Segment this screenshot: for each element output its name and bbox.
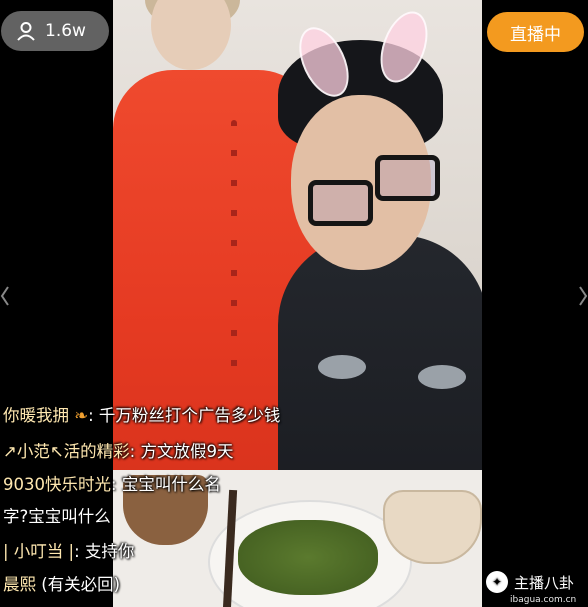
live-stream-screen: 1.6w 直播中 你暖我拥 ❧: 千万粉丝打个广告多少钱 ↗小范↖活的精彩: 方…: [0, 0, 588, 607]
food-dish: [238, 520, 378, 595]
dress-buttons: [231, 120, 237, 370]
comment-text: 支持你: [84, 542, 135, 561]
man-black-shirt: [278, 235, 482, 495]
comment-item: 你暖我拥 ❧: 千万粉丝打个广告多少钱: [3, 406, 281, 425]
live-video[interactable]: [113, 0, 482, 607]
watermark-logo-icon: ✦: [486, 571, 508, 593]
glasses-right-lens: [375, 155, 440, 201]
comment-item-continued: 字?宝宝叫什么: [3, 503, 111, 527]
watermark-text: 主播八卦: [514, 573, 575, 592]
comment-item: 晨熙 (有关必回): [3, 571, 120, 595]
user-icon: [15, 20, 37, 42]
woman-head: [151, 0, 231, 70]
comment-user[interactable]: 你暖我拥: [3, 406, 69, 425]
comment-text: 方文放假9天: [140, 442, 234, 461]
comment-text: 千万粉丝打个广告多少钱: [98, 406, 281, 425]
comment-text: 宝宝叫什么名: [121, 475, 221, 494]
comment-user[interactable]: ↗小范↖活的精彩: [3, 442, 130, 461]
live-status-button[interactable]: 直播中: [487, 12, 584, 52]
glasses-left-lens: [308, 180, 373, 226]
comment-item: 9030快乐时光: 宝宝叫什么名: [3, 475, 221, 494]
watermark-url: ibagua.com.cn: [510, 595, 577, 605]
comment-text: (有关必回): [41, 575, 121, 594]
comment-user[interactable]: 9030快乐时光: [3, 475, 111, 494]
comment-item: | 小叮当 |: 支持你: [3, 542, 135, 561]
viewer-count-pill[interactable]: 1.6w: [1, 11, 109, 51]
comment-user[interactable]: | 小叮当 |: [3, 542, 74, 561]
bunny-ears-filter: [289, 5, 437, 105]
chevron-right-icon[interactable]: [578, 285, 588, 307]
bunny-ear-right: [371, 5, 437, 89]
leaf-icon: ❧: [74, 406, 89, 425]
watermark: ✦ 主播八卦: [486, 571, 574, 593]
comment-user[interactable]: 晨熙: [3, 575, 36, 594]
comment-text: 字?宝宝叫什么: [3, 507, 111, 526]
shirt-print-left: [318, 355, 366, 379]
chevron-left-icon[interactable]: [0, 285, 10, 307]
shirt-print-right: [418, 365, 466, 389]
comment-item: ↗小范↖活的精彩: 方文放假9天: [3, 442, 234, 461]
viewer-count: 1.6w: [45, 21, 86, 41]
